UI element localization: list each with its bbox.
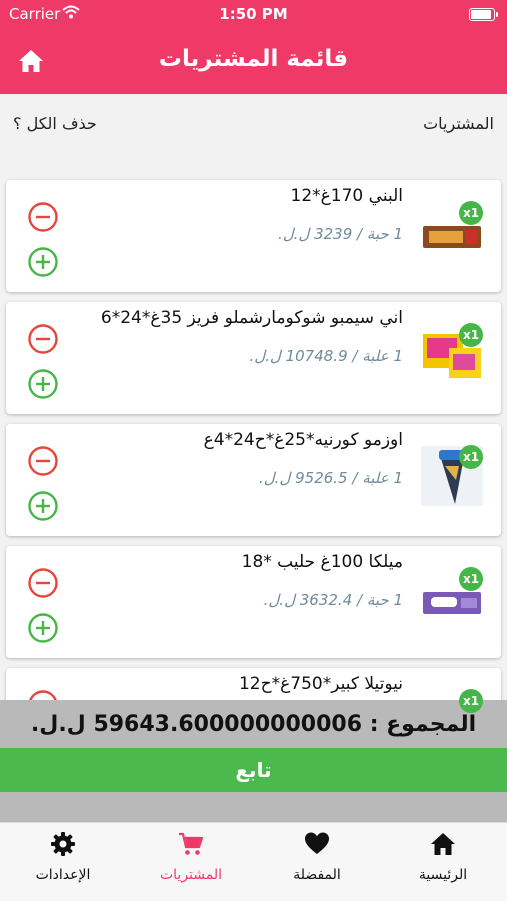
decrease-button[interactable] [28,202,58,232]
increase-button[interactable] [28,247,58,277]
tab-home-label: الرئيسية [418,867,468,883]
tab-home[interactable]: الرئيسية [380,823,506,901]
decrease-button[interactable] [28,446,58,476]
quantity-badge: x1 [459,323,483,347]
cart-item: x1 اوزمو كورنيه*25غ*ح24*4ع 1 علبة / 9526… [6,424,501,536]
total-bar: المجموع : 59643.600000000006 ل.ل. تابع [0,700,507,822]
tab-settings[interactable]: الإعدادات [0,823,126,901]
product-name: نيوتيلا كبير*750غ*ح12 [238,674,403,694]
product-name: البني 170غ*12 [290,186,404,206]
page-title: قائمة المشتريات [158,46,349,72]
increase-button[interactable] [28,491,58,521]
cart-icon [179,832,204,855]
cart-item: x1 ميلكا 100غ حليب *18 1 حبة / 3632.4 ل.… [6,546,501,658]
tab-favorites[interactable]: المفضلة [254,823,380,901]
delete-all-button[interactable]: حذف الكل ؟ [13,114,97,133]
gear-icon [51,832,75,856]
product-name: ميلكا 100غ حليب *18 [241,552,403,572]
cart-item: x1 البني 170غ*12 1 حبة / 3239 ل.ل. [6,180,501,292]
total-amount: المجموع : 59643.600000000006 ل.ل. [30,712,477,737]
nav-bar: قائمة المشتريات [0,28,507,94]
decrease-button[interactable] [28,324,58,354]
product-name: اوزمو كورنيه*25غ*ح24*4ع [203,430,403,450]
cart-item: x1 اني سيمبو شوكومارشملو فريز 35غ*24*6 1… [6,302,501,414]
increase-button[interactable] [28,613,58,643]
quantity-badge: x1 [459,201,483,225]
product-price: 1 حبة / 3632.4 ل.ل. [263,591,403,609]
quantity-badge: x1 [459,445,483,469]
status-time: 1:50 PM [219,5,288,23]
tab-favorites-label: المفضلة [293,867,341,883]
battery-icon [469,8,498,21]
product-name: اني سيمبو شوكومارشملو فريز 35غ*24*6 [100,308,403,328]
decrease-button[interactable] [28,568,58,598]
product-price: 1 علبة / 10748.9 ل.ل. [249,347,403,365]
heart-icon [305,832,329,854]
product-price: 1 علبة / 9526.5 ل.ل. [259,469,403,487]
tab-purchases-label: المشتريات [159,867,223,883]
increase-button[interactable] [28,369,58,399]
quantity-badge: x1 [459,689,483,713]
quantity-badge: x1 [459,567,483,591]
status-bar: Carrier 1:50 PM [0,0,507,28]
tab-purchases[interactable]: المشتريات [128,823,254,901]
tab-settings-label: الإعدادات [35,867,91,883]
list-header: المشتريات حذف الكل ؟ [0,94,507,164]
product-price: 1 حبة / 3239 ل.ل. [277,225,403,243]
continue-button[interactable]: تابع [0,748,507,792]
tab-bar: الإعدادات المشتريات المفضلة الرئيسية [0,822,507,901]
purchases-label: المشتريات [423,114,494,133]
home-icon [431,833,455,855]
